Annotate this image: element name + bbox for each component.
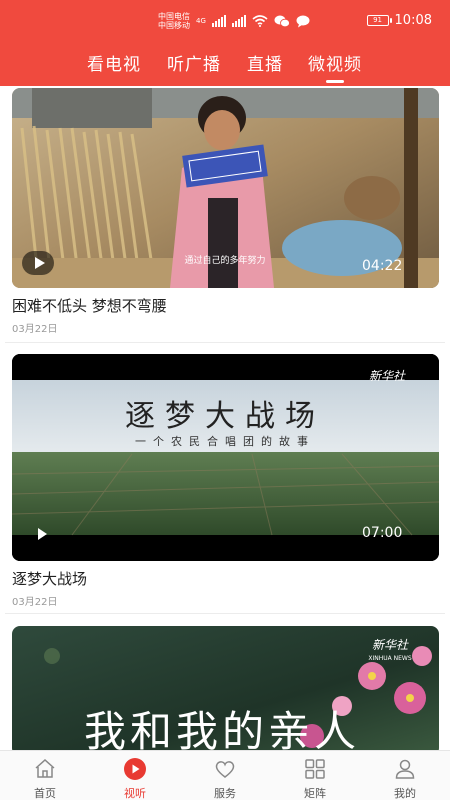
app-header: 中国电信 中国移动 4G 91 10:08 看电视 听广播 直播 微视频 bbox=[0, 0, 450, 86]
app-screen: 中国电信 中国移动 4G 91 10:08 看电视 听广播 直播 微视频 通过自… bbox=[0, 0, 450, 800]
clock: 10:08 bbox=[394, 13, 432, 28]
wifi-icon bbox=[252, 15, 268, 27]
nav-label-home: 首页 bbox=[34, 787, 56, 800]
video-title[interactable]: 逐梦大战场 bbox=[12, 568, 87, 589]
overlay-title: 逐梦大战场 bbox=[125, 399, 325, 434]
video-card[interactable]: 新华社 逐梦大战场 一个农民合唱团的故事 07:00 逐梦大战场 03月22日 bbox=[0, 354, 450, 616]
carrier-2: 中国移动 bbox=[158, 21, 190, 30]
nav-label-matrix: 矩阵 bbox=[304, 787, 326, 800]
card-divider bbox=[5, 342, 445, 343]
video-duration: 07:00 bbox=[362, 525, 403, 541]
nav-label-audiovisual: 视听 bbox=[124, 787, 146, 800]
video-thumbnail[interactable]: 新华社 XINHUA NEWS 我和我的亲人 bbox=[12, 626, 439, 750]
video-card[interactable]: 新华社 XINHUA NEWS 我和我的亲人 bbox=[0, 626, 450, 750]
status-right: 91 10:08 bbox=[366, 13, 432, 28]
play-circle-icon bbox=[124, 758, 146, 780]
tab-radio[interactable]: 听广播 bbox=[167, 50, 221, 75]
network-type: 4G bbox=[196, 17, 206, 25]
video-feed[interactable]: 通过自己的多年努力 04:22 困难不低头 梦想不弯腰 03月22日 新华社 逐… bbox=[0, 86, 450, 750]
user-icon bbox=[395, 759, 415, 779]
watermark-xinhua: 新华社 bbox=[369, 369, 406, 383]
video-caption: 通过自己的多年努力 bbox=[184, 254, 265, 266]
play-button[interactable] bbox=[22, 251, 54, 275]
nav-label-mine: 我的 bbox=[394, 787, 416, 800]
nav-services[interactable]: 服务 bbox=[180, 751, 270, 800]
watermark-xinhua: 新华社 bbox=[372, 638, 409, 652]
status-left-icons: 中国电信 中国移动 4G bbox=[158, 12, 310, 30]
grid-icon bbox=[305, 759, 325, 779]
play-icon[interactable] bbox=[38, 528, 47, 540]
heart-icon bbox=[215, 761, 235, 778]
bottom-navigation: 首页 视听 服务 矩阵 我的 bbox=[0, 750, 450, 800]
watermark-xinhua-sub: XINHUA NEWS bbox=[368, 655, 411, 662]
battery-level: 91 bbox=[373, 16, 382, 24]
nav-audiovisual[interactable]: 视听 bbox=[90, 751, 180, 800]
video-card[interactable]: 通过自己的多年努力 04:22 困难不低头 梦想不弯腰 03月22日 bbox=[0, 86, 450, 344]
nav-mine[interactable]: 我的 bbox=[360, 751, 450, 800]
video-title[interactable]: 困难不低头 梦想不弯腰 bbox=[12, 295, 167, 316]
carrier-1: 中国电信 bbox=[158, 12, 190, 21]
wechat-icon bbox=[274, 15, 290, 27]
card-divider bbox=[5, 613, 445, 614]
nav-label-services: 服务 bbox=[214, 787, 236, 800]
nav-home[interactable]: 首页 bbox=[0, 751, 90, 800]
video-date: 03月22日 bbox=[12, 597, 58, 608]
tab-micro-video[interactable]: 微视频 bbox=[308, 50, 362, 83]
overlay-subtitle: 一个农民合唱团的故事 bbox=[135, 434, 315, 448]
status-bar: 中国电信 中国移动 4G 91 10:08 bbox=[0, 0, 450, 44]
message-icon bbox=[296, 15, 310, 27]
top-tabs: 看电视 听广播 直播 微视频 bbox=[0, 50, 450, 83]
battery-icon: 91 bbox=[366, 15, 392, 26]
signal-icon bbox=[211, 15, 226, 27]
video-duration: 04:22 bbox=[362, 258, 403, 274]
video-date: 03月22日 bbox=[12, 324, 58, 335]
tab-live[interactable]: 直播 bbox=[247, 50, 283, 75]
home-icon bbox=[35, 758, 55, 778]
thumbnail-image-flowers: 新华社 XINHUA NEWS 我和我的亲人 bbox=[12, 626, 439, 750]
tab-watch-tv[interactable]: 看电视 bbox=[87, 50, 141, 75]
overlay-title: 我和我的亲人 bbox=[84, 707, 360, 750]
carrier-info: 中国电信 中国移动 bbox=[158, 12, 190, 30]
signal-2-icon bbox=[231, 15, 246, 27]
nav-matrix[interactable]: 矩阵 bbox=[270, 751, 360, 800]
